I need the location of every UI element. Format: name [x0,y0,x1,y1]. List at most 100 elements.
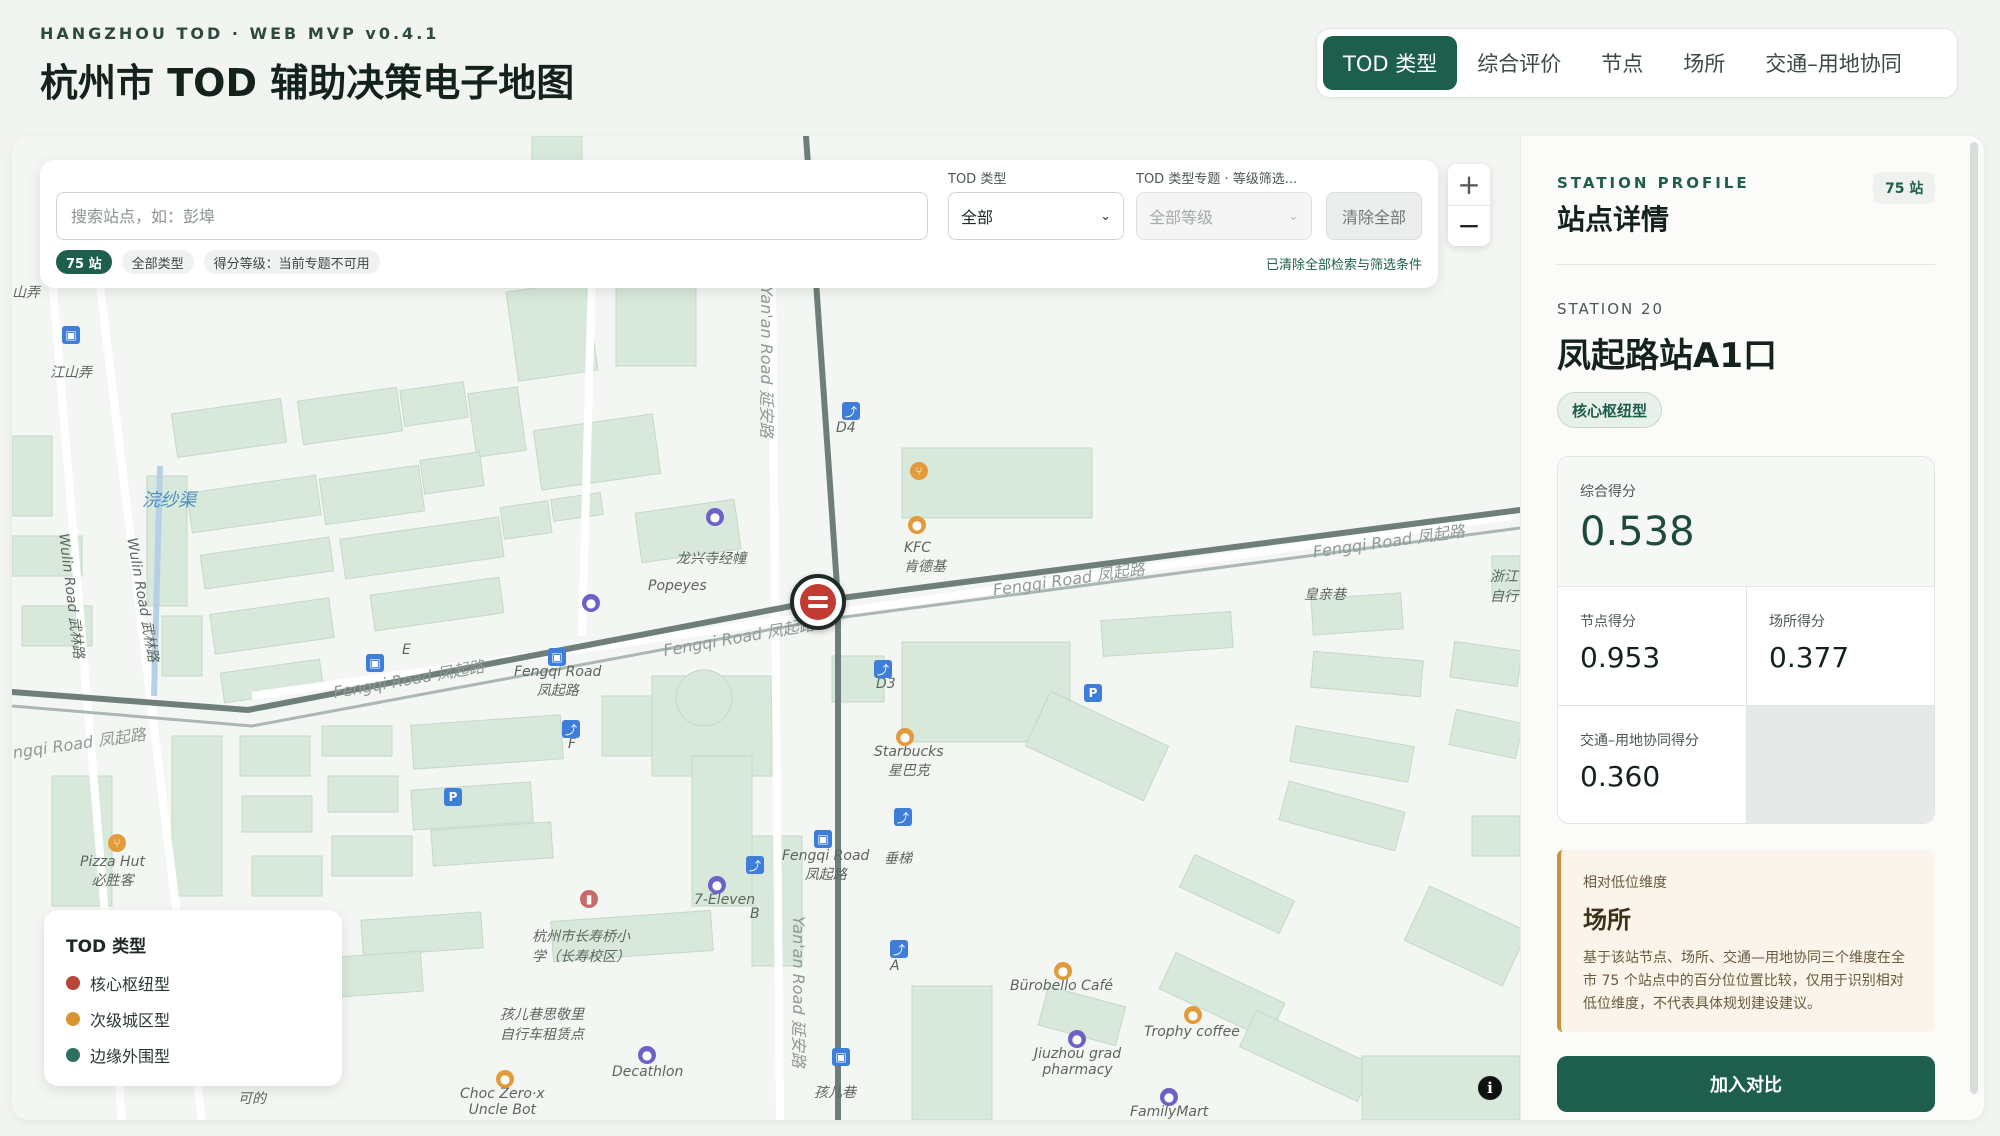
place-score-label: 场所得分 [1769,614,1825,630]
panel-divider [1557,264,1935,265]
map-label-d3: D3 [876,676,896,692]
shop-icon[interactable]: ● [708,876,726,894]
shop-icon[interactable]: ● [582,594,600,612]
station-name: 凤起路站A1口 [1557,336,1777,376]
place-score-card: 场所得分 0.377 [1746,587,1934,705]
cafe-icon[interactable]: ● [496,1070,514,1088]
cafe-icon[interactable]: ● [1184,1006,1202,1024]
low-dimension-callout: 相对低位维度 场所 基于该站节点、场所、交通—用地协同三个维度在全市 75 个站… [1557,850,1935,1032]
map-label-seven-eleven: 7-Eleven [694,892,756,908]
synergy-score-label: 交通–用地协同得分 [1580,733,1699,749]
map-label-jiangshan: 江山弄 [50,365,92,381]
map-label-a: A [890,958,900,974]
tab-tod-type[interactable]: TOD 类型 [1323,36,1458,90]
legend-item: 次级城区型 [66,1007,320,1031]
map-label-trophy: Trophy coffee [1144,1024,1240,1040]
cafe-icon[interactable]: ● [896,728,914,746]
grade-filter-select[interactable]: 全部等级 ⌄ [1136,192,1312,240]
legend-dot-core [66,976,80,990]
score-grid: 综合得分 0.538 节点得分 0.953 场所得分 0.377 交通–用地协同… [1557,456,1935,824]
type-filter-chip: 全部类型 [121,250,194,274]
add-to-compare-button[interactable]: 加入对比 [1557,1056,1935,1112]
subway-exit-icon[interactable]: ⤴ [874,660,892,678]
subway-exit-icon[interactable]: ⤴ [890,940,908,958]
tab-overall-score[interactable]: 综合评价 [1457,36,1581,90]
node-score-label: 节点得分 [1580,614,1636,630]
shop-icon[interactable]: ● [1068,1030,1086,1048]
clear-all-button[interactable]: 清除全部 [1326,192,1422,240]
synergy-score-card: 交通–用地协同得分 0.360 [1558,705,1746,823]
restaurant-icon[interactable]: ⑂ [910,462,928,480]
metro-station-icon[interactable] [790,574,846,630]
station-count-chip: 75 站 [56,250,112,274]
filter-chip-row: 75 站 全部类型 得分等级：当前专题不可用 [56,250,380,274]
map-label-haier: 孩儿巷 [814,1085,856,1101]
bus-stop-icon[interactable]: ▣ [814,830,832,848]
map-label-decathlon: Decathlon [612,1064,684,1080]
tab-transit-landuse[interactable]: 交通–用地协同 [1745,36,1922,90]
grade-filter-label: TOD 类型专题 · 等级筛选... [1136,172,1298,187]
map-label-yanan-road-2: Yan'an Road 延安路 [789,916,808,1068]
map-label-wansha: 浣纱渠 [142,490,196,511]
map-label-jiuzhou: Jiuzhou grad pharmacy [1034,1046,1122,1078]
map-label-shannong: 山弄 [12,285,40,301]
map-label-burobello: Bürobello Café [1010,978,1113,994]
legend-item: 边缘外围型 [66,1043,320,1067]
chevron-down-icon: ⌄ [1100,208,1111,224]
bus-stop-icon[interactable]: ▣ [548,648,566,666]
subway-exit-icon[interactable]: ⤴ [562,720,580,738]
map-label-bike-rental: 孩儿巷思敬里 自行车租赁点 [500,1007,584,1043]
panel-scrollbar[interactable] [1970,142,1978,1094]
panel-eyebrow: STATION PROFILE [1557,174,1750,192]
legend-item: 核心枢纽型 [66,971,320,995]
app-title: 杭州市 TOD 辅助决策电子地图 [40,61,575,105]
synergy-score-value: 0.360 [1580,760,1661,793]
zoom-in-button[interactable]: + [1448,164,1490,205]
zoom-out-button[interactable]: − [1448,204,1490,247]
tab-node[interactable]: 节点 [1581,36,1663,90]
app-eyebrow: HANGZHOU TOD · WEB MVP v0.4.1 [40,24,440,43]
shop-icon[interactable]: ● [1160,1088,1178,1106]
restaurant-icon[interactable]: ▮ [580,890,598,908]
grade-filter-chip: 得分等级：当前专题不可用 [203,250,380,274]
low-dimension-label: 相对低位维度 [1583,875,1667,891]
map-label-zhejiang: 浙江 自行 [1490,569,1518,605]
legend-dot-peripheral [66,1048,80,1062]
legend-title: TOD 类型 [66,937,147,957]
shop-icon[interactable]: ● [706,508,724,526]
chevron-down-icon: ⌄ [1288,208,1299,224]
tod-type-select-value: 全部 [961,208,994,227]
subway-exit-icon[interactable]: ⤴ [842,402,860,420]
map-legend: TOD 类型 核心枢纽型 次级城区型 边缘外围型 [44,910,342,1086]
search-filter-panel: TOD 类型 全部 ⌄ TOD 类型专题 · 等级筛选... 全部等级 ⌄ 清除… [40,160,1438,288]
map-label-kfc: KFC 肯德基 [904,540,946,575]
subway-exit-icon[interactable]: ⤴ [894,808,912,826]
map-label-huangqin: 皇亲巷 [1304,587,1346,603]
map-label-longxing: 龙兴寺经幢 [676,551,746,567]
bus-stop-icon[interactable]: ▣ [832,1048,850,1066]
map-canvas[interactable]: 江山弄 山弄 Wulin Road 武林路 Wulin Road 武林路 浣纱渠… [12,136,1520,1120]
theme-tabs: TOD 类型 综合评价 节点 场所 交通–用地协同 [1316,28,1958,98]
shop-icon[interactable]: ● [638,1046,656,1064]
info-icon[interactable]: i [1478,1076,1502,1100]
map-label-b: B [750,906,760,922]
map-label-yanan-road: Yan'an Road 延安路 [757,286,776,438]
map-label-elevator: 垂梯 [884,851,912,867]
parking-icon[interactable]: P [444,788,462,806]
station-marker-bar [808,604,828,608]
bus-stop-icon[interactable]: ▣ [62,326,80,344]
map-label-pizza-hut: Pizza Hut 必胜客 [80,854,145,889]
restaurant-icon[interactable]: ⑂ [108,834,126,852]
map-label-fengqi-stop-2: Fengqi Road 凤起路 [782,848,870,883]
map-label-fengqi-stop: Fengqi Road 凤起路 [514,664,602,699]
bus-stop-icon[interactable]: ▣ [366,654,384,672]
panel-title: 站点详情 [1557,203,1670,236]
cafe-icon[interactable]: ● [1054,962,1072,980]
station-count-badge: 75 站 [1873,172,1936,204]
subway-exit-icon[interactable]: ⤴ [746,856,764,874]
tod-type-select[interactable]: 全部 ⌄ [948,192,1124,240]
restaurant-icon[interactable]: ● [908,516,926,534]
parking-icon[interactable]: P [1084,684,1102,702]
tab-place[interactable]: 场所 [1663,36,1745,90]
search-input[interactable] [56,192,928,240]
